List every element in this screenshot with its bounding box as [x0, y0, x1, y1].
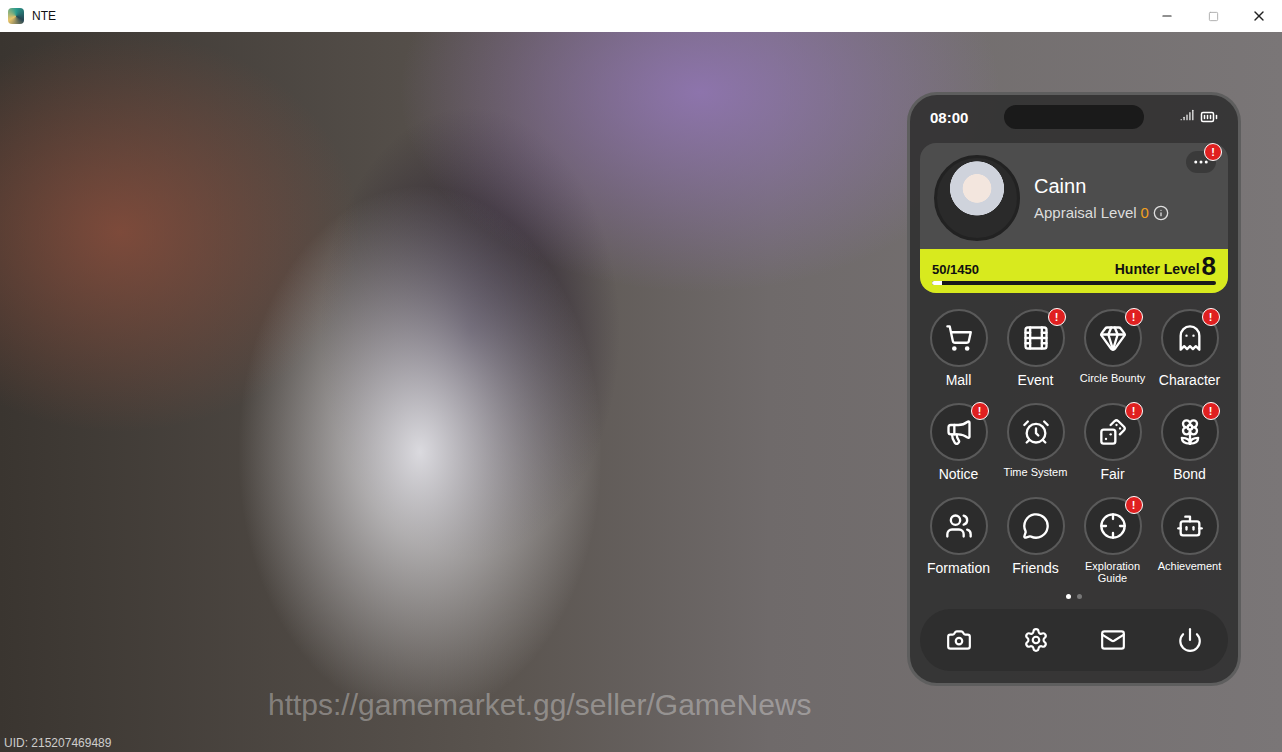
- app-button[interactable]: ! Notice: [920, 403, 997, 487]
- mail-icon: [1100, 627, 1126, 653]
- minimize-icon: [1160, 9, 1174, 23]
- clock: 08:00: [930, 109, 990, 126]
- page-dot[interactable]: [1077, 594, 1082, 599]
- hunter-level: Hunter Level8: [1115, 255, 1216, 277]
- appraisal-level: Appraisal Level0: [1034, 204, 1169, 221]
- alert-badge: !: [1048, 308, 1066, 326]
- app-icon: [1176, 512, 1204, 540]
- dock-button[interactable]: [1168, 618, 1212, 662]
- app-circle: !: [1084, 309, 1142, 367]
- alert-badge: !: [1125, 402, 1143, 420]
- app-icon: [1176, 418, 1204, 446]
- app-button[interactable]: Friends: [997, 497, 1074, 584]
- dock-button[interactable]: [937, 618, 981, 662]
- app-label: Bond: [1173, 467, 1206, 482]
- app-circle: [1161, 497, 1219, 555]
- app-label: Character: [1159, 373, 1220, 388]
- game-scene: https://gamemarket.gg/seller/GameNews UID…: [0, 32, 1282, 752]
- page-dots: [920, 594, 1228, 599]
- close-button[interactable]: [1236, 0, 1282, 32]
- app-logo-icon: [8, 8, 24, 24]
- title-bar: NTE: [0, 0, 1282, 32]
- more-button[interactable]: !: [1186, 151, 1216, 173]
- alert-badge: !: [1204, 143, 1222, 161]
- app-button[interactable]: ! Fair: [1074, 403, 1151, 487]
- app-label: Circle Bounty: [1080, 373, 1145, 385]
- app-button[interactable]: Formation: [920, 497, 997, 584]
- player-name: Cainn: [1034, 175, 1169, 198]
- app-icon: [1022, 512, 1050, 540]
- app-circle: !: [1161, 403, 1219, 461]
- app-icon: [1176, 324, 1204, 352]
- app-button[interactable]: Time System: [997, 403, 1074, 487]
- app-icon: [945, 512, 973, 540]
- app-circle: [930, 497, 988, 555]
- app-label: Event: [1018, 373, 1054, 388]
- app-circle: !: [1084, 403, 1142, 461]
- app-icon: [1099, 418, 1127, 446]
- app-label: Mall: [946, 373, 972, 388]
- profile-card[interactable]: ! Cainn Appraisal Level0 50/1450 Hunter Leve…: [920, 143, 1228, 293]
- notch: [1004, 105, 1144, 129]
- xp-count: 50/1450: [932, 262, 979, 277]
- app-button[interactable]: ! Exploration Guide: [1074, 497, 1151, 584]
- app-button[interactable]: ! Bond: [1151, 403, 1228, 487]
- alert-badge: !: [1125, 308, 1143, 326]
- signal-icon: [1180, 108, 1194, 122]
- alert-badge: !: [971, 402, 989, 420]
- app-circle: !: [1161, 309, 1219, 367]
- alert-badge: !: [1202, 308, 1220, 326]
- gear-icon: [1023, 627, 1049, 653]
- app-label: Achievement: [1158, 561, 1222, 573]
- xp-fill: [932, 281, 942, 285]
- app-button[interactable]: Mall: [920, 309, 997, 393]
- close-icon: [1251, 8, 1267, 24]
- window-title: NTE: [32, 9, 1144, 23]
- camera-icon: [946, 627, 972, 653]
- app-button[interactable]: ! Event: [997, 309, 1074, 393]
- watermark: https://gamemarket.gg/seller/GameNews: [268, 688, 812, 722]
- app-circle: [930, 309, 988, 367]
- app-label: Time System: [1004, 467, 1068, 479]
- power-icon: [1177, 627, 1203, 653]
- minimize-button[interactable]: [1144, 0, 1190, 32]
- game-window: NTE https://gamemarket.gg/seller/GameNews…: [0, 0, 1282, 752]
- app-icon: [945, 324, 973, 352]
- app-grid: Mall! Event! Circle Bounty! Character! Notic…: [920, 303, 1228, 584]
- dock-button[interactable]: [1014, 618, 1058, 662]
- status-bar: 08:00: [920, 101, 1228, 133]
- alert-badge: !: [1202, 402, 1220, 420]
- xp-track: [932, 281, 1216, 285]
- app-circle: !: [930, 403, 988, 461]
- page-dot[interactable]: [1066, 594, 1071, 599]
- app-label: Notice: [939, 467, 979, 482]
- app-label: Formation: [927, 561, 990, 576]
- app-circle: [1007, 403, 1065, 461]
- app-icon: [1022, 324, 1050, 352]
- app-circle: !: [1084, 497, 1142, 555]
- dock: [920, 609, 1228, 671]
- hunter-level-bar: 50/1450 Hunter Level8: [920, 249, 1228, 293]
- app-icon: [1022, 418, 1050, 446]
- app-button[interactable]: ! Character: [1151, 309, 1228, 393]
- alert-badge: !: [1125, 496, 1143, 514]
- dock-button[interactable]: [1091, 618, 1135, 662]
- app-label: Exploration Guide: [1074, 561, 1151, 584]
- app-button[interactable]: Achievement: [1151, 497, 1228, 584]
- app-icon: [1099, 512, 1127, 540]
- app-circle: [1007, 497, 1065, 555]
- maximize-button[interactable]: [1190, 0, 1236, 32]
- uid-label: UID: 215207469489: [4, 736, 111, 750]
- info-icon[interactable]: [1153, 205, 1169, 221]
- app-button[interactable]: ! Circle Bounty: [1074, 309, 1151, 393]
- app-icon: [1099, 324, 1127, 352]
- app-icon: [945, 418, 973, 446]
- app-label: Friends: [1012, 561, 1059, 576]
- app-circle: !: [1007, 309, 1065, 367]
- avatar: [934, 155, 1020, 241]
- maximize-icon: [1208, 11, 1219, 22]
- app-label: Fair: [1100, 467, 1124, 482]
- phone-menu: 08:00! Cainn Appraisal Level0 50/1450 Hunter…: [907, 92, 1241, 686]
- battery-icon: [1200, 108, 1218, 126]
